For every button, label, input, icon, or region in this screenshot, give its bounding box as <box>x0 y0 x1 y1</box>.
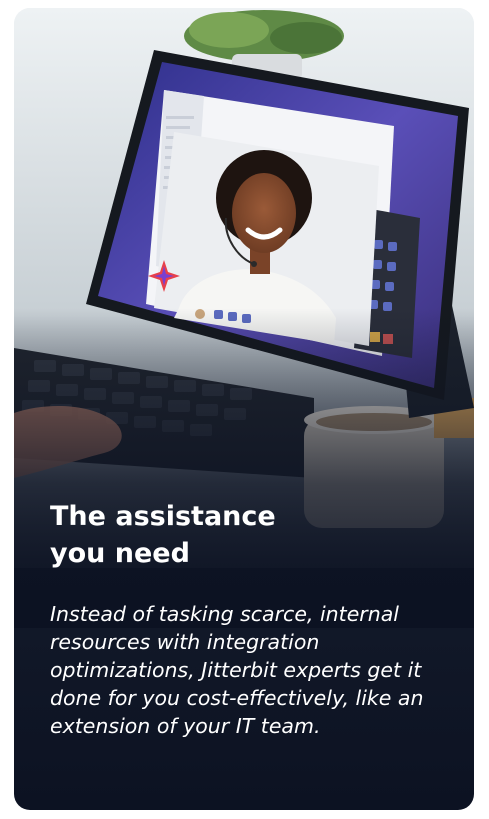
feature-card: The assistance you need Instead of taski… <box>14 8 474 810</box>
headline-line-1: The assistance <box>50 501 276 532</box>
headline-line-2: you need <box>50 538 190 569</box>
card-headline: The assistance you need <box>50 498 450 572</box>
dark-gradient-overlay <box>14 308 474 628</box>
card-description: Instead of tasking scarce, internal reso… <box>50 602 424 738</box>
